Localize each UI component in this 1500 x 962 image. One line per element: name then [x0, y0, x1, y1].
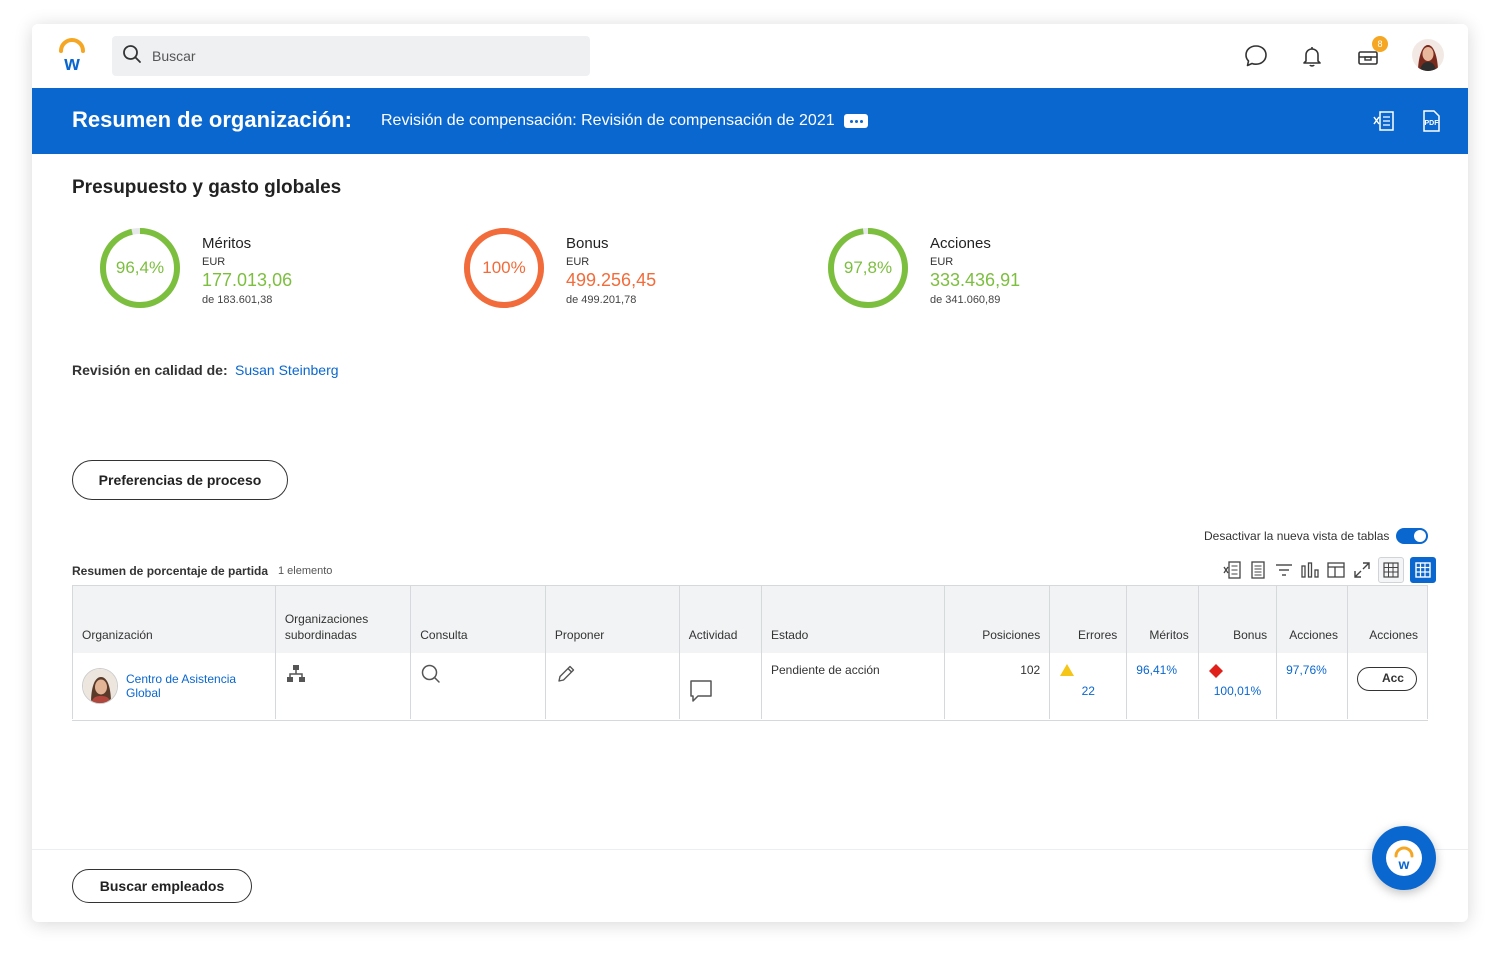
page-subtitle: Revisión de compensación: Revisión de co…	[381, 112, 835, 129]
columns-icon[interactable]	[1326, 560, 1346, 580]
table-header-row: Organización Organizaciones subordinadas…	[72, 586, 1428, 653]
metric-name: Acciones	[930, 235, 991, 252]
summary-table: Organización Organizaciones subordinadas…	[72, 585, 1428, 721]
grid-view-icon[interactable]	[1378, 557, 1404, 583]
metric-bonus: 100% Bonus EUR 499.256,45 de 499.201,78	[462, 226, 792, 316]
search-bar[interactable]	[112, 36, 590, 76]
table-title: Resumen de porcentaje de partida	[72, 564, 269, 578]
metric-name: Bonus	[566, 235, 609, 252]
inbox-badge: 8	[1372, 36, 1388, 52]
table-view-toggle-label: Desactivar la nueva vista de tablas	[1204, 529, 1390, 543]
more-options-icon[interactable]	[844, 114, 868, 128]
app-window: w 8 Resumen de or	[32, 24, 1468, 922]
metric-acciones: 97,8% Acciones EUR 333.436,91 de 341.060…	[826, 226, 1156, 316]
inbox-icon[interactable]: 8	[1354, 36, 1388, 70]
export-pdf-icon[interactable]: PDF	[1418, 108, 1444, 134]
error-diamond-icon	[1208, 663, 1267, 682]
budget-section-title: Presupuesto y gasto globales	[72, 177, 342, 198]
footer-divider	[32, 849, 1468, 850]
metric-amount: 177.013,06	[202, 270, 293, 290]
assistant-button[interactable]: w	[1372, 826, 1436, 890]
metric-amount: 333.436,91	[930, 270, 1021, 290]
user-avatar[interactable]	[1412, 39, 1444, 71]
export-excel-icon[interactable]	[1371, 108, 1397, 134]
warning-icon	[1059, 663, 1117, 680]
metric-total: de 341.060,89	[930, 294, 1001, 306]
top-bar: w 8	[32, 24, 1468, 88]
workday-assistant-icon: w	[1386, 840, 1422, 876]
review-as-label: Revisión en calidad de:	[72, 362, 228, 378]
workday-logo-icon[interactable]: w	[56, 38, 88, 75]
reviewer-link[interactable]: Susan Steinberg	[235, 362, 339, 378]
shares-link[interactable]: 97,76%	[1286, 663, 1327, 677]
column-header[interactable]: Consulta	[410, 586, 546, 653]
chart-icon[interactable]	[1300, 560, 1320, 580]
metric-amount: 499.256,45	[566, 270, 657, 290]
search-icon	[122, 44, 142, 69]
metric-name: Méritos	[202, 235, 252, 252]
table-toolbar	[1222, 556, 1436, 584]
column-header[interactable]: Bonus	[1197, 586, 1278, 653]
column-header[interactable]: Errores	[1049, 586, 1128, 653]
metric-currency: EUR	[566, 256, 590, 268]
org-avatar	[82, 668, 118, 704]
page-header: Resumen de organización: Revisión de com…	[32, 88, 1468, 154]
svg-text:PDF: PDF	[1425, 120, 1440, 127]
metric-percent: 100%	[482, 258, 526, 277]
organization-link[interactable]: Centro de Asistencia Global	[126, 672, 266, 700]
table-row: Centro de Asistencia Global Pendiente de…	[72, 653, 1428, 719]
expand-icon[interactable]	[1352, 560, 1372, 580]
process-preferences-button[interactable]: Preferencias de proceso	[72, 460, 288, 500]
table-item-count: 1 elemento	[278, 565, 333, 577]
search-icon[interactable]	[420, 664, 442, 688]
column-header[interactable]: Organizaciones subordinadas	[274, 586, 412, 653]
column-header[interactable]: Acciones	[1276, 586, 1348, 653]
column-header[interactable]: Actividad	[678, 586, 762, 653]
column-header[interactable]: Organización	[72, 586, 276, 653]
export-pdf-icon[interactable]	[1248, 560, 1268, 580]
search-input[interactable]	[152, 48, 552, 64]
metric-percent: 96,4%	[115, 258, 165, 277]
column-header[interactable]: Proponer	[544, 586, 680, 653]
status-cell: Pendiente de acción	[760, 653, 945, 719]
bell-icon[interactable]	[1298, 42, 1326, 70]
search-employees-button[interactable]: Buscar empleados	[72, 869, 252, 903]
column-header[interactable]: Acciones	[1346, 586, 1428, 653]
pencil-icon[interactable]	[555, 665, 577, 688]
errors-link[interactable]: 22	[1082, 684, 1095, 698]
table-view-toggle[interactable]	[1396, 528, 1428, 544]
metric-percent: 97,8%	[843, 258, 893, 277]
metric-total: de 183.601,38	[202, 294, 273, 306]
metric-currency: EUR	[202, 256, 226, 268]
metric-currency: EUR	[930, 256, 954, 268]
column-header[interactable]: Méritos	[1126, 586, 1199, 653]
bonus-link[interactable]: 100,01%	[1214, 684, 1261, 698]
svg-text:w: w	[1398, 856, 1410, 871]
filter-icon[interactable]	[1274, 560, 1294, 580]
column-header[interactable]: Estado	[760, 586, 945, 653]
actions-button[interactable]: Acc	[1356, 667, 1417, 691]
merits-link[interactable]: 96,41%	[1136, 663, 1177, 677]
comment-icon[interactable]	[689, 680, 713, 706]
svg-text:w: w	[63, 53, 80, 74]
metric-total: de 499.201,78	[566, 294, 637, 306]
export-excel-icon[interactable]	[1222, 560, 1242, 580]
chat-icon[interactable]	[1242, 42, 1270, 70]
positions-cell: 102	[943, 653, 1051, 719]
org-chart-icon[interactable]	[285, 665, 307, 688]
metric-meritos: 96,4% Méritos EUR 177.013,06 de 183.601,…	[98, 226, 428, 316]
table-view-icon[interactable]	[1410, 557, 1436, 583]
page-title: Resumen de organización:	[72, 107, 352, 132]
column-header[interactable]: Posiciones	[943, 586, 1051, 653]
